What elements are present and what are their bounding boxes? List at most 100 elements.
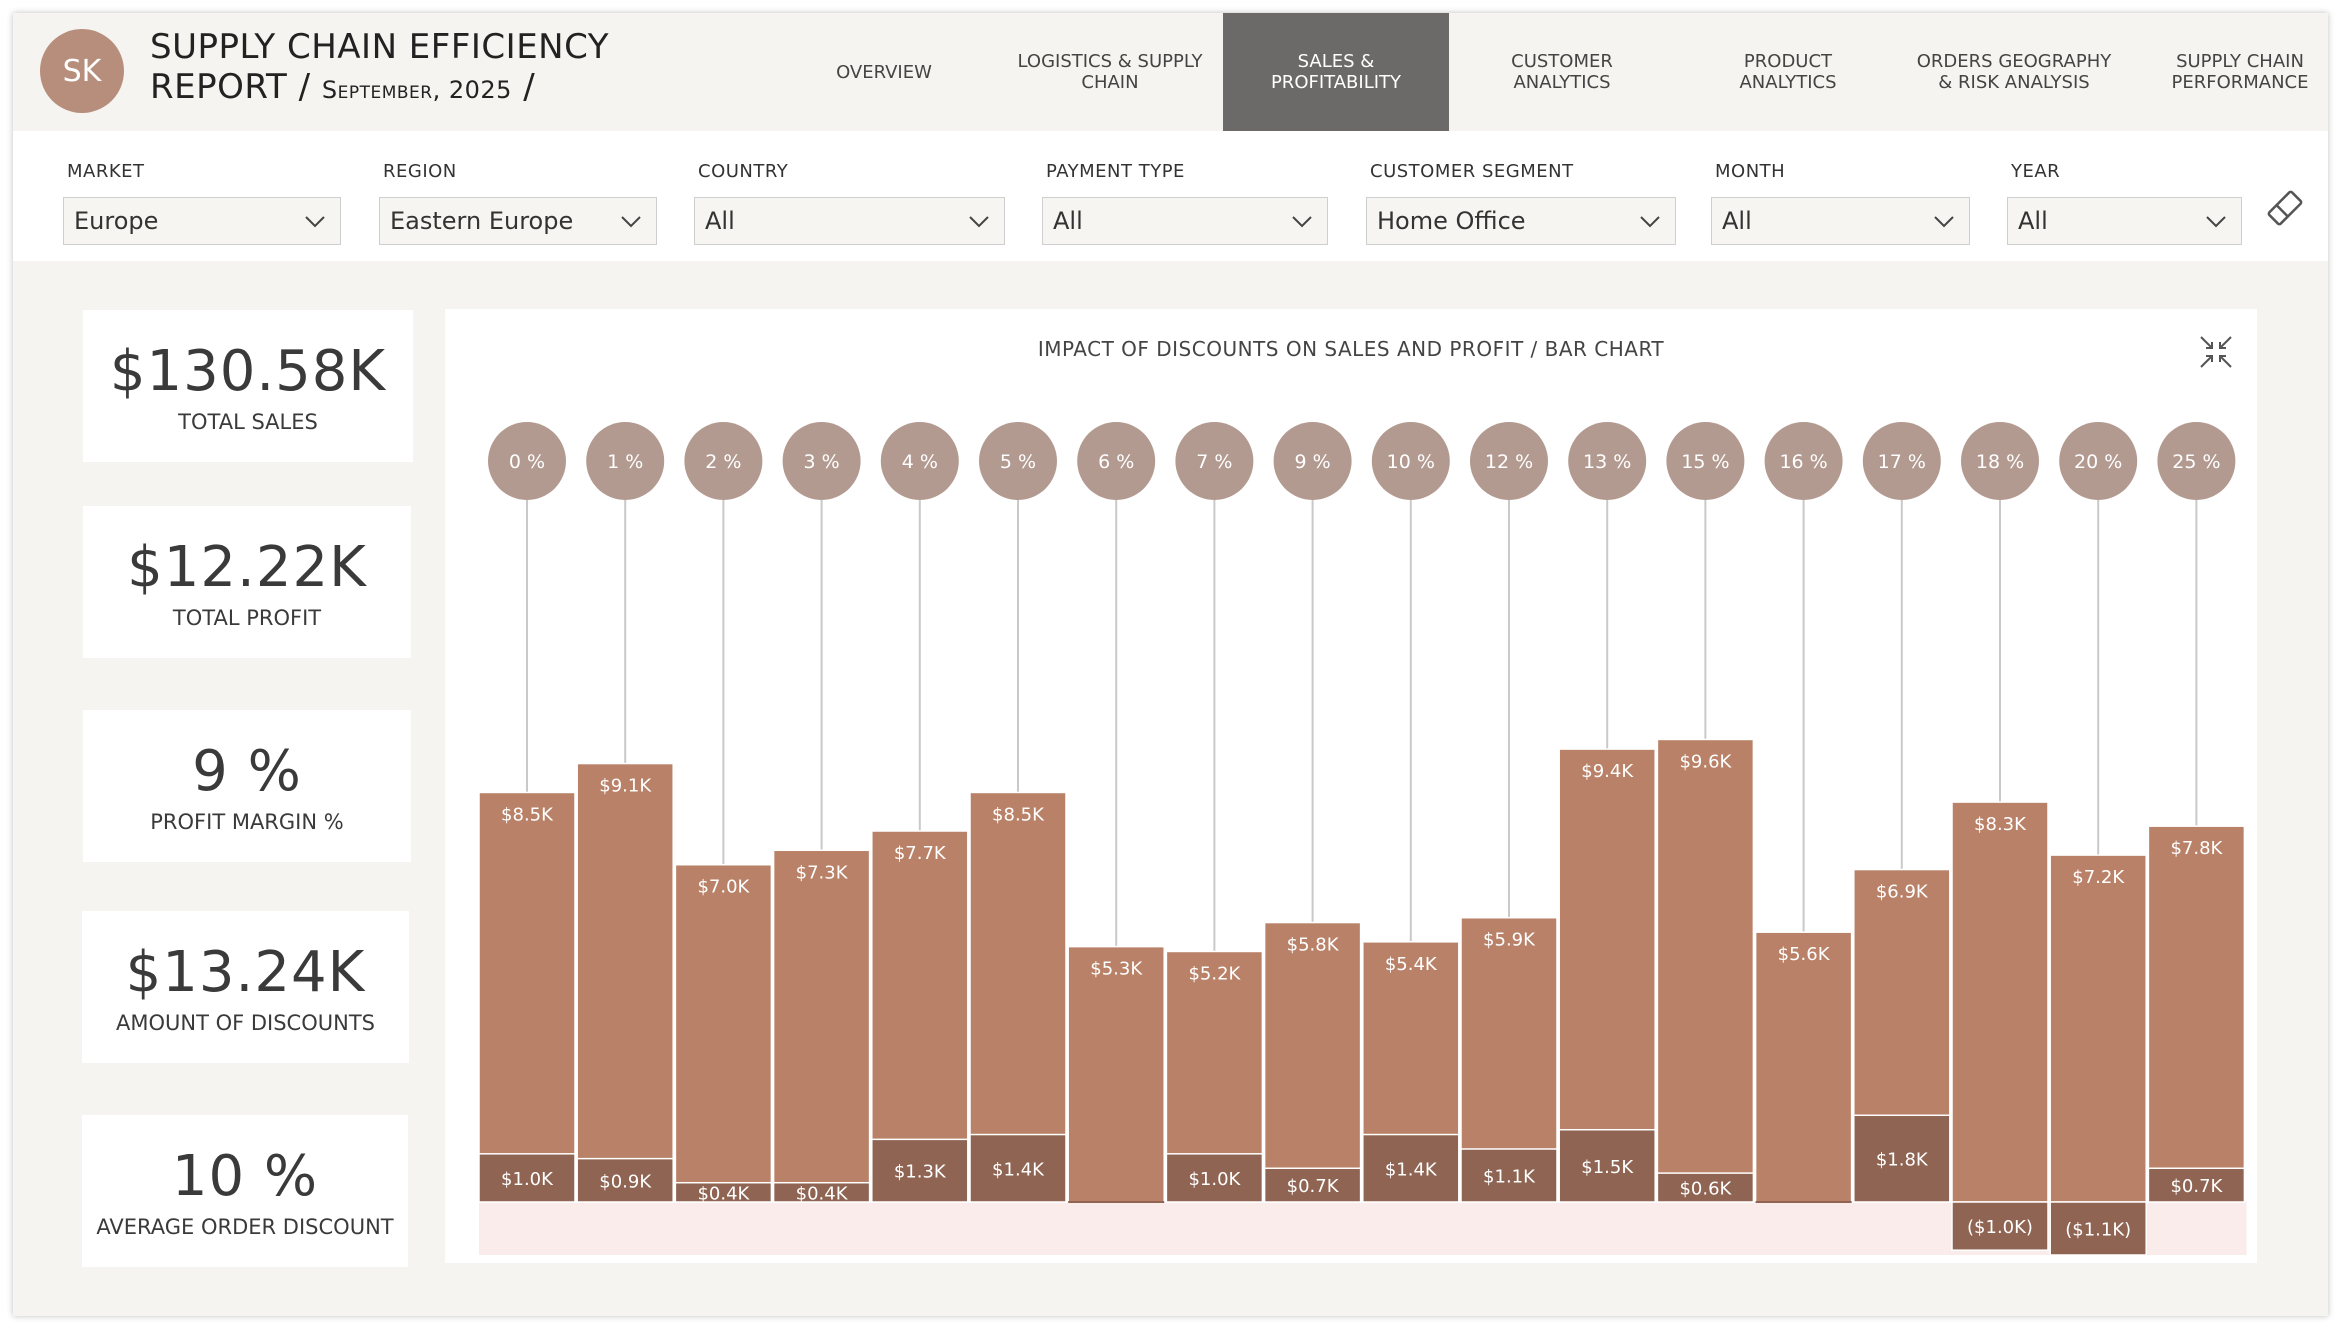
filter-market: MARKET Europe xyxy=(63,161,341,245)
customer-segment-dropdown[interactable]: Home Office xyxy=(1366,197,1676,245)
sales-data-label: $5.6K xyxy=(1778,944,1831,965)
chevron-down-icon xyxy=(2206,216,2226,228)
sales-bar xyxy=(674,863,773,1203)
chevron-down-icon xyxy=(969,216,989,228)
filter-value: Eastern Europe xyxy=(390,207,574,235)
sales-data-label: $7.0K xyxy=(697,877,750,898)
month-dropdown[interactable]: All xyxy=(1711,197,1970,245)
report-header: SK SUPPLY CHAIN EFFICIENCY REPORT / Sept… xyxy=(13,13,2328,131)
chevron-down-icon xyxy=(621,216,641,228)
region-dropdown[interactable]: Eastern Europe xyxy=(379,197,657,245)
profit-data-label: $1.8K xyxy=(1876,1150,1929,1171)
discount-category-label: 2 % xyxy=(705,451,741,473)
discount-category-label: 16 % xyxy=(1779,451,1827,473)
kpi-profit-margin: 9 % PROFIT MARGIN % xyxy=(83,710,411,862)
discount-category-label: 6 % xyxy=(1098,451,1134,473)
profit-data-label: $1.4K xyxy=(992,1159,1045,1180)
sales-data-label: $7.8K xyxy=(2170,838,2223,859)
page-title: SUPPLY CHAIN EFFICIENCY REPORT / Septemb… xyxy=(150,27,750,110)
title-line-2: REPORT / September, 2025 / xyxy=(150,67,750,110)
filter-label: MONTH xyxy=(1715,161,1786,182)
filter-bar: MARKET Europe REGION Eastern Europe COUN… xyxy=(13,131,2328,261)
discount-category-label: 0 % xyxy=(509,451,545,473)
sales-data-label: $5.2K xyxy=(1188,963,1241,984)
sales-data-label: $6.9K xyxy=(1876,882,1929,903)
eraser-icon[interactable] xyxy=(2263,186,2307,230)
tab-supply-chain-performance[interactable]: SUPPLY CHAIN PERFORMANCE xyxy=(2127,13,2342,131)
discount-category-label: 15 % xyxy=(1681,451,1729,473)
kpi-value: 9 % xyxy=(192,738,302,804)
kpi-value: 10 % xyxy=(171,1143,319,1209)
filter-label: CUSTOMER SEGMENT xyxy=(1370,161,1574,182)
kpi-value: $12.22K xyxy=(127,534,367,600)
kpi-label: TOTAL PROFIT xyxy=(172,605,322,630)
tab-overview[interactable]: OVERVIEW xyxy=(771,13,997,131)
filter-label: MARKET xyxy=(67,161,145,182)
title-slash: / xyxy=(511,67,536,107)
discount-category-label: 20 % xyxy=(2074,451,2122,473)
kpi-label: PROFIT MARGIN % xyxy=(150,809,344,834)
filter-label: YEAR xyxy=(2011,161,2061,182)
discount-category-label: 9 % xyxy=(1295,451,1331,473)
filter-value: All xyxy=(1722,207,1752,235)
discount-category-label: 12 % xyxy=(1485,451,1533,473)
filter-value: Home Office xyxy=(1377,207,1526,235)
profit-data-label: $1.0K xyxy=(501,1169,554,1190)
market-dropdown[interactable]: Europe xyxy=(63,197,341,245)
kpi-label: AMOUNT OF DISCOUNTS xyxy=(115,1010,375,1035)
title-report: REPORT / xyxy=(150,67,322,107)
kpi-amount-of-discounts: $13.24K AMOUNT OF DISCOUNTS xyxy=(82,911,409,1063)
discount-category-label: 4 % xyxy=(902,451,938,473)
kpi-total-sales: $130.58K TOTAL SALES xyxy=(83,310,413,462)
profit-data-label: $0.7K xyxy=(1287,1176,1340,1197)
sales-data-label: $5.8K xyxy=(1287,935,1340,956)
discount-category-label: 1 % xyxy=(607,451,643,473)
profit-data-label: $1.0K xyxy=(1188,1169,1241,1190)
discount-category-label: 5 % xyxy=(1000,451,1036,473)
tab-sales-profitability[interactable]: SALES & PROFITABILITY xyxy=(1223,13,1449,131)
chevron-down-icon xyxy=(1640,216,1660,228)
chevron-down-icon xyxy=(1934,216,1954,228)
tab-logistics-supply-chain[interactable]: LOGISTICS & SUPPLY CHAIN xyxy=(997,13,1223,131)
sales-bar xyxy=(1951,801,2049,1203)
sales-bar xyxy=(1754,931,1853,1203)
chevron-down-icon xyxy=(1292,216,1312,228)
title-line-1: SUPPLY CHAIN EFFICIENCY xyxy=(150,27,610,67)
discount-category-label: 13 % xyxy=(1583,451,1631,473)
tab-customer-analytics[interactable]: CUSTOMER ANALYTICS xyxy=(1449,13,1675,131)
sales-data-label: $9.6K xyxy=(1679,751,1732,772)
kpi-label: AVERAGE ORDER DISCOUNT xyxy=(96,1214,394,1239)
filter-country: COUNTRY All xyxy=(694,161,1005,245)
profit-data-label: $0.9K xyxy=(599,1171,652,1192)
filter-value: All xyxy=(705,207,735,235)
kpi-value: $13.24K xyxy=(125,939,366,1005)
sales-data-label: $7.7K xyxy=(894,843,947,864)
country-dropdown[interactable]: All xyxy=(694,197,1005,245)
filter-label: REGION xyxy=(383,161,457,182)
profit-data-label: ($1.0K) xyxy=(1967,1217,2033,1238)
chart-panel: IMPACT OF DISCOUNTS ON SALES AND PROFIT … xyxy=(445,309,2257,1263)
discount-category-label: 3 % xyxy=(804,451,840,473)
sales-data-label: $8.5K xyxy=(501,804,554,825)
filter-customer-segment: CUSTOMER SEGMENT Home Office xyxy=(1366,161,1676,245)
kpi-label: TOTAL SALES xyxy=(178,409,318,434)
sales-bar xyxy=(2049,854,2147,1203)
profit-data-label: $1.4K xyxy=(1385,1159,1438,1180)
tab-orders-geography-risk[interactable]: ORDERS GEOGRAPHY & RISK ANALYSIS xyxy=(1901,13,2127,131)
filter-year: YEAR All xyxy=(2007,161,2242,245)
report-frame: SK SUPPLY CHAIN EFFICIENCY REPORT / Sept… xyxy=(13,13,2328,1316)
sales-data-label: $7.3K xyxy=(796,862,849,883)
sales-bar xyxy=(2147,825,2246,1203)
filter-value: All xyxy=(2018,207,2048,235)
chevron-down-icon xyxy=(305,216,325,228)
year-dropdown[interactable]: All xyxy=(2007,197,2242,245)
discount-category-label: 25 % xyxy=(2172,451,2220,473)
discount-category-label: 18 % xyxy=(1976,451,2024,473)
filter-value: All xyxy=(1053,207,1083,235)
payment-type-dropdown[interactable]: All xyxy=(1042,197,1328,245)
discount-category-label: 10 % xyxy=(1387,451,1435,473)
tab-product-analytics[interactable]: PRODUCT ANALYTICS xyxy=(1675,13,1901,131)
profit-data-label: $0.4K xyxy=(697,1183,750,1204)
top-nav: OVERVIEW LOGISTICS & SUPPLY CHAIN SALES … xyxy=(771,13,2342,131)
filter-payment-type: PAYMENT TYPE All xyxy=(1042,161,1328,245)
